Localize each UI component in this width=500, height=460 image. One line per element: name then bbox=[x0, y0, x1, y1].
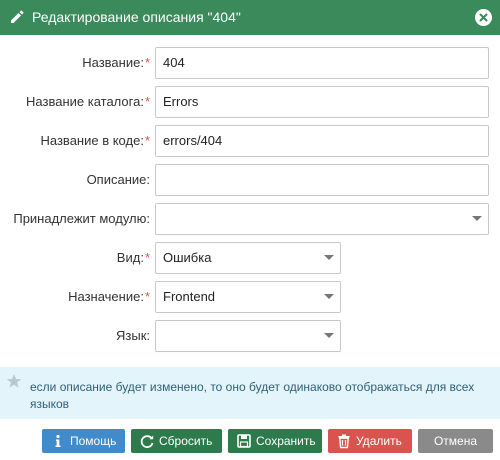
language-label: Язык: bbox=[116, 328, 150, 343]
form-row-language: Язык: bbox=[0, 320, 500, 352]
purpose-select[interactable]: Frontend bbox=[155, 281, 341, 313]
refresh-icon bbox=[140, 435, 154, 449]
trash-icon bbox=[338, 434, 350, 449]
save-button-label: Сохранить bbox=[256, 434, 316, 448]
name-input[interactable]: 404 bbox=[155, 47, 489, 79]
module-select[interactable] bbox=[155, 203, 489, 235]
pencil-icon bbox=[11, 10, 24, 23]
code-name-label: Название в коде:* bbox=[40, 133, 151, 148]
required-marker: * bbox=[144, 289, 150, 304]
catalog-name-label: Название каталога:* bbox=[26, 94, 150, 109]
close-button[interactable] bbox=[475, 9, 492, 26]
notice-text: если описание будет изменено, то оно буд… bbox=[30, 380, 475, 411]
info-notice: если описание будет изменено, то оно буд… bbox=[0, 367, 500, 419]
form-row-name: Название:* 404 bbox=[0, 47, 500, 79]
reset-button[interactable]: Сбросить bbox=[131, 429, 222, 453]
language-select[interactable] bbox=[155, 320, 341, 352]
form-row-module: Принадлежит модулю: bbox=[0, 203, 500, 235]
chevron-down-icon bbox=[472, 216, 482, 221]
help-button-label: Помощь bbox=[70, 434, 117, 448]
description-input[interactable] bbox=[155, 164, 489, 196]
required-marker: * bbox=[144, 55, 150, 70]
catalog-name-input[interactable]: Errors bbox=[155, 86, 489, 118]
dialog-title: Редактирование описания "404" bbox=[32, 9, 241, 25]
save-icon bbox=[237, 434, 251, 448]
close-icon bbox=[479, 13, 488, 22]
required-marker: * bbox=[144, 250, 150, 265]
cancel-button-label: Отмена bbox=[433, 434, 478, 448]
delete-button-label: Удалить bbox=[356, 434, 402, 448]
chevron-down-icon bbox=[324, 294, 334, 299]
star-icon bbox=[6, 374, 22, 388]
form-row-code-name: Название в коде:* errors/404 bbox=[0, 125, 500, 157]
type-label: Вид:* bbox=[116, 250, 150, 265]
type-select[interactable]: Ошибка bbox=[155, 242, 341, 274]
help-button[interactable]: Помощь bbox=[42, 429, 125, 453]
reset-button-label: Сбросить bbox=[159, 434, 213, 448]
form-row-type: Вид:* Ошибка bbox=[0, 242, 500, 274]
form-row-purpose: Назначение:* Frontend bbox=[0, 281, 500, 313]
description-label: Описание: bbox=[86, 172, 150, 187]
required-marker: * bbox=[144, 133, 150, 148]
delete-button[interactable]: Удалить bbox=[328, 429, 412, 453]
name-label: Название:* bbox=[82, 55, 150, 70]
code-name-input[interactable]: errors/404 bbox=[155, 125, 489, 157]
purpose-label: Назначение:* bbox=[68, 289, 150, 304]
cancel-button[interactable]: Отмена bbox=[418, 429, 493, 453]
dialog-footer: Помощь Сбросить Сохранить Удалить Отмена bbox=[0, 423, 500, 460]
form-row-catalog-name: Название каталога:* Errors bbox=[0, 86, 500, 118]
dialog-titlebar: Редактирование описания "404" bbox=[0, 0, 500, 35]
edit-description-dialog: Редактирование описания "404" Название:*… bbox=[0, 0, 500, 460]
save-button[interactable]: Сохранить bbox=[228, 429, 322, 453]
module-label: Принадлежит модулю: bbox=[13, 211, 150, 226]
chevron-down-icon bbox=[324, 333, 334, 338]
info-icon bbox=[55, 434, 61, 447]
form-row-description: Описание: bbox=[0, 164, 500, 196]
chevron-down-icon bbox=[324, 255, 334, 260]
required-marker: * bbox=[144, 94, 150, 109]
